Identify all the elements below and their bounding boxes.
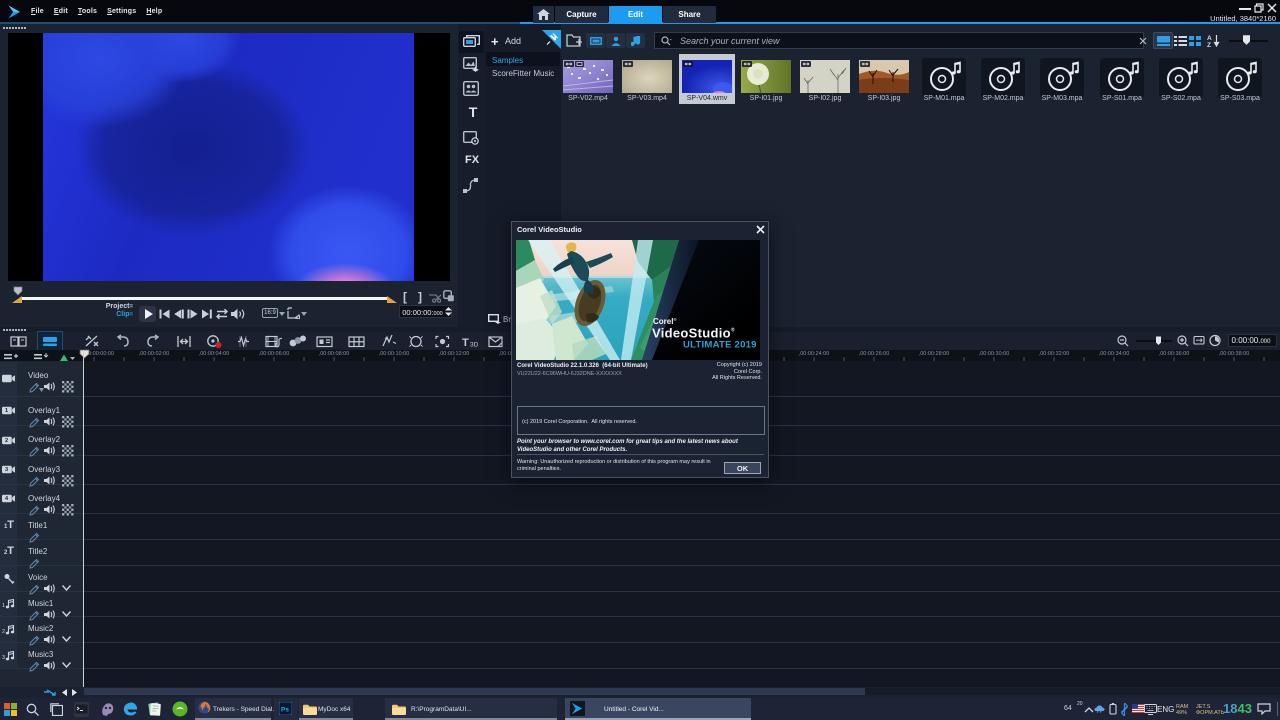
svg-text:ULTIMATE 2019: ULTIMATE 2019 [683, 340, 757, 351]
svg-text:Z: Z [1207, 42, 1211, 47]
svg-text:Ps: Ps [281, 706, 289, 713]
svg-text:2: 2 [5, 438, 8, 444]
svg-text:2: 2 [2, 629, 5, 635]
svg-text:1: 1 [2, 603, 5, 609]
svg-text:3: 3 [2, 655, 5, 661]
svg-text:1: 1 [5, 408, 8, 414]
svg-text:3: 3 [5, 467, 8, 473]
svg-text:VideoStudio®: VideoStudio® [652, 326, 735, 341]
svg-text:A: A [1207, 35, 1212, 42]
svg-text:3D: 3D [470, 342, 479, 349]
svg-text:T: T [462, 337, 469, 349]
